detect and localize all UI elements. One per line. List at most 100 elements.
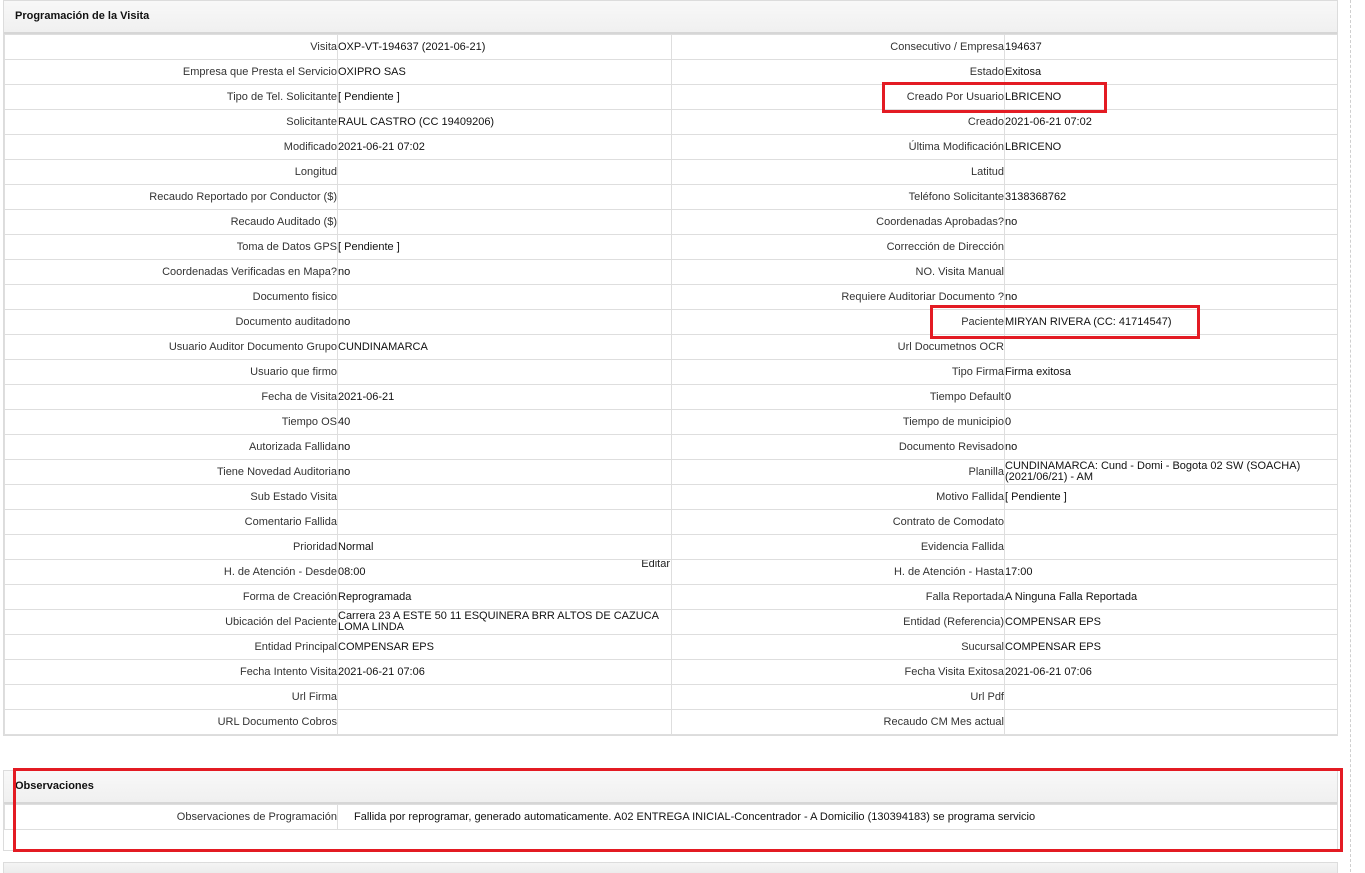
field-value: no (337, 459, 672, 485)
field-label: Longitud (4, 159, 338, 185)
field-label: Fecha Visita Exitosa (671, 659, 1005, 685)
table-row: Forma de Creación Reprogramada Falla Repor… (4, 584, 1338, 610)
field-value-text: COMPENSAR EPS (1005, 615, 1101, 628)
field-label: Sub Estado Visita (4, 484, 338, 510)
field-label: Documento Revisado (671, 434, 1005, 460)
field-label: Recaudo Auditado ($) (4, 209, 338, 235)
field-label: Tipo Firma (671, 359, 1005, 385)
field-value-text: OXP-VT-194637 (2021-06-21) (338, 40, 486, 53)
field-label: Planilla (671, 459, 1005, 485)
field-value-text: CUNDINAMARCA: Cund - Domi - Bogota 02 SW… (1005, 460, 1301, 483)
field-label: Teléfono Solicitante (671, 184, 1005, 210)
field-value (1004, 334, 1338, 360)
field-value-text: no (338, 440, 351, 453)
field-value-text: Firma exitosa (1005, 365, 1072, 378)
table-row: Recaudo Reportado por Conductor ($) Teléf… (4, 184, 1338, 210)
field-value-text: no (338, 265, 351, 278)
field-value-text: COMPENSAR EPS (1005, 640, 1101, 653)
field-value (1004, 534, 1338, 560)
table-row: Fecha Intento Visita 2021-06-21 07:06 Fec… (4, 659, 1338, 685)
field-value (337, 359, 672, 385)
field-value-text: 2021-06-21 07:02 (1005, 115, 1092, 128)
field-label: NO. Visita Manual (671, 259, 1005, 285)
field-label: Url Firma (4, 684, 338, 710)
field-value-text: [ Pendiente ] (1005, 490, 1067, 503)
field-value (1004, 709, 1338, 735)
observations-panel: Observaciones Observaciones de Programac… (3, 770, 1338, 851)
field-label: Falla Reportada (671, 584, 1005, 610)
field-value (337, 159, 672, 185)
field-value-text: 2021-06-21 (338, 390, 395, 403)
field-label: Fecha Intento Visita (4, 659, 338, 685)
field-value-text: 2021-06-21 07:06 (1005, 665, 1092, 678)
table-row: Fecha de Visita 2021-06-21 Tiempo Default… (4, 384, 1338, 410)
field-label: Tiempo Default (671, 384, 1005, 410)
field-label: Url Pdf (671, 684, 1005, 710)
field-label: Comentario Fallida (4, 509, 338, 535)
field-value: 2021-06-21 07:06 (337, 659, 672, 685)
field-label: H. de Atención - Hasta (671, 559, 1005, 585)
field-value-text: 2021-06-21 07:06 (338, 665, 425, 678)
field-value: COMPENSAR EPS (1004, 634, 1338, 660)
field-label: Entidad Principal (4, 634, 338, 660)
field-value-text: no (1005, 440, 1018, 453)
field-label: Documento fisico (4, 284, 338, 310)
field-label: Latitud (671, 159, 1005, 185)
field-value-text: 40 (338, 415, 351, 428)
table-row: Visita OXP-VT-194637 (2021-06-21) Consecut… (4, 34, 1338, 60)
field-value: Reprogramada (337, 584, 672, 610)
observations-panel-title: Observaciones (4, 771, 1337, 804)
field-label: Ubicación del Paciente (4, 609, 338, 635)
table-row: Tipo de Tel. Solicitante[ Pendiente ] Cre… (4, 84, 1338, 110)
field-label: Tipo de Tel. Solicitante (4, 84, 338, 110)
edit-link[interactable]: Editar (641, 561, 670, 571)
field-label: Recaudo CM Mes actual (671, 709, 1005, 735)
observations-table: Observaciones de Programación Fallida po… (4, 804, 1338, 850)
field-label: Documento auditado (4, 309, 338, 335)
field-value: OXIPRO SAS (337, 59, 672, 85)
field-value: Carrera 23 A ESTE 50 11 ESQUINERA BRR AL… (337, 609, 672, 635)
table-row: Comentario Fallida Contrato de Comodato (4, 509, 1338, 535)
visit-details-table: Visita OXP-VT-194637 (2021-06-21) Consecut… (4, 34, 1338, 735)
field-value-text: MIRYAN RIVERA (CC: 41714547) (1005, 315, 1172, 328)
field-label: Estado (671, 59, 1005, 85)
field-value-text: OXIPRO SAS (338, 65, 406, 78)
visit-panel-title: Programación de la Visita (4, 1, 1337, 34)
field-label: H. de Atención - Desde (4, 559, 338, 585)
table-row: Documento auditado no Paciente MIRYAN RIVE… (4, 309, 1338, 335)
field-value: no (1004, 434, 1338, 460)
field-value: 0 (1004, 409, 1338, 435)
field-value (337, 209, 672, 235)
table-row: Tiempo OS 40 Tiempo de municipio 0 (4, 409, 1338, 435)
field-value-text: 08:00 (338, 565, 366, 578)
field-value (337, 684, 672, 710)
field-value: 2021-06-21 07:02 (1004, 109, 1338, 135)
table-row: Url Firma Url Pdf (4, 684, 1338, 710)
field-value-text: LBRICENO (1005, 140, 1062, 153)
field-value: [ Pendiente ] (337, 84, 672, 110)
field-label: Entidad (Referencia) (671, 609, 1005, 635)
field-value: no (337, 309, 672, 335)
field-value: [ Pendiente ] (1004, 484, 1338, 510)
field-label: Fecha de Visita (4, 384, 338, 410)
field-label: Toma de Datos GPS (4, 234, 338, 260)
field-label: Tiene Novedad Auditoria (4, 459, 338, 485)
field-label: Coordenadas Aprobadas? (671, 209, 1005, 235)
table-row: H. de Atención - Desde 08:00 Editar H. de A… (4, 559, 1338, 585)
page-edge-divider (1350, 0, 1351, 872)
field-value: 3138368762 (1004, 184, 1338, 210)
field-value (1004, 509, 1338, 535)
table-row: URL Documento Cobros Recaudo CM Mes actua… (4, 709, 1338, 735)
field-value (1004, 159, 1338, 185)
field-value: Exitosa (1004, 59, 1338, 85)
field-label: Coordenadas Verificadas en Mapa? (4, 259, 338, 285)
field-label: Creado Por Usuario (671, 84, 1005, 110)
field-value (1004, 684, 1338, 710)
field-value-text: 0 (1005, 390, 1012, 403)
field-value: Normal (337, 534, 672, 560)
field-value: 194637 (1004, 34, 1338, 60)
field-value-text: [ Pendiente ] (338, 240, 400, 253)
table-row: Documento fisico Requiere Auditoriar Docu… (4, 284, 1338, 310)
table-row: Autorizada Fallida no Documento Revisado … (4, 434, 1338, 460)
field-label: Creado (671, 109, 1005, 135)
